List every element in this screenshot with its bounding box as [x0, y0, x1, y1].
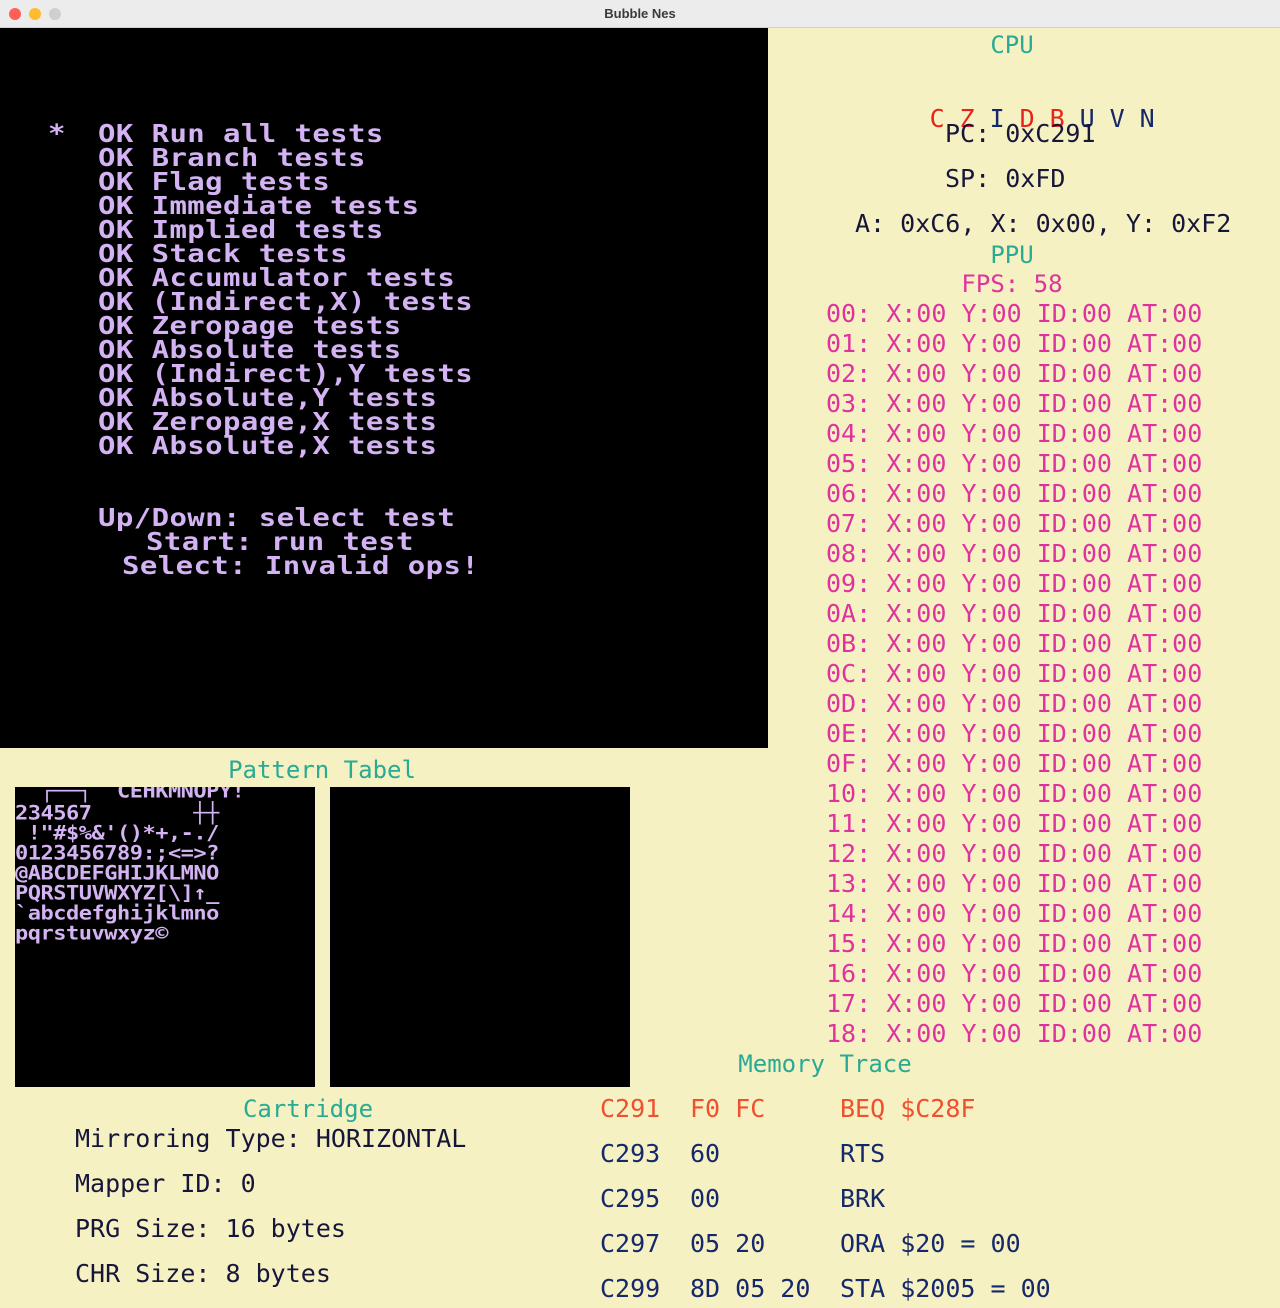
- sprite-row: 04: X:00 Y:00 ID:00 AT:00: [826, 419, 1203, 448]
- game-screen[interactable]: * OK Run all tests OK Branch tests OK Fl…: [0, 28, 768, 748]
- trace-bytes: F0 FC: [690, 1094, 766, 1123]
- trace-bytes: 60: [690, 1139, 721, 1168]
- sprite-row: 0F: X:00 Y:00 ID:00 AT:00: [826, 749, 1203, 778]
- sprite-row: 07: X:00 Y:00 ID:00 AT:00: [826, 509, 1203, 538]
- trace-bytes: 00: [690, 1184, 721, 1213]
- mirroring-type: Mirroring Type: HORIZONTAL: [75, 1124, 467, 1153]
- test-line: OK Implied tests: [98, 214, 384, 244]
- memory-trace-heading: Memory Trace: [738, 1050, 912, 1078]
- sprite-row: 03: X:00 Y:00 ID:00 AT:00: [826, 389, 1203, 418]
- sprite-row: 09: X:00 Y:00 ID:00 AT:00: [826, 569, 1203, 598]
- pattern-table-right: [330, 787, 630, 1087]
- test-line: OK Absolute,Y tests: [98, 382, 438, 412]
- cpu-flag: N: [1139, 104, 1155, 133]
- tile-row: pqrstuvwxyz©: [15, 922, 168, 945]
- cpu-flag: V: [1109, 104, 1125, 133]
- pattern-table-heading: Pattern Tabel: [228, 756, 416, 784]
- cpu-registers: A: 0xC6, X: 0x00, Y: 0xF2: [855, 209, 1232, 238]
- tile-row: @ABCDEFGHIJKLMNO: [15, 862, 219, 885]
- sprite-row: 0C: X:00 Y:00 ID:00 AT:00: [826, 659, 1203, 688]
- test-line: OK Zeropage tests: [98, 310, 402, 340]
- trace-address: C295: [600, 1184, 661, 1213]
- sprite-row: 0D: X:00 Y:00 ID:00 AT:00: [826, 689, 1203, 718]
- sprite-row: 0E: X:00 Y:00 ID:00 AT:00: [826, 719, 1203, 748]
- tile-row: PQRSTUVWXYZ[\]↑_: [15, 882, 219, 905]
- sprite-row: 0A: X:00 Y:00 ID:00 AT:00: [826, 599, 1203, 628]
- test-line: OK Branch tests: [98, 142, 366, 172]
- trace-address: C293: [600, 1139, 661, 1168]
- sprite-row: 06: X:00 Y:00 ID:00 AT:00: [826, 479, 1203, 508]
- help-line: Start: run test: [146, 526, 414, 556]
- sprite-row: 18: X:00 Y:00 ID:00 AT:00: [826, 1019, 1203, 1048]
- tile-row: 0123456789:;<=>?: [15, 842, 219, 865]
- chr-size: CHR Size: 8 bytes: [75, 1259, 331, 1288]
- sprite-row: 14: X:00 Y:00 ID:00 AT:00: [826, 899, 1203, 928]
- cpu-heading: CPU: [990, 31, 1034, 59]
- sprite-row: 01: X:00 Y:00 ID:00 AT:00: [826, 329, 1203, 358]
- help-line: Up/Down: select test: [98, 502, 456, 532]
- sprite-row: 13: X:00 Y:00 ID:00 AT:00: [826, 869, 1203, 898]
- test-line: OK Stack tests: [98, 238, 349, 268]
- sprite-row: 00: X:00 Y:00 ID:00 AT:00: [826, 299, 1203, 328]
- sprite-row: 12: X:00 Y:00 ID:00 AT:00: [826, 839, 1203, 868]
- cartridge-heading: Cartridge: [242, 1095, 374, 1123]
- sprite-row: 02: X:00 Y:00 ID:00 AT:00: [826, 359, 1203, 388]
- title-bar: Bubble Nes: [0, 0, 1280, 28]
- sprite-row: 17: X:00 Y:00 ID:00 AT:00: [826, 989, 1203, 1018]
- test-line: OK (Indirect),Y tests: [98, 358, 474, 388]
- tile-row: `abcdefghijklmno: [15, 902, 219, 925]
- fps-counter: FPS: 58: [961, 270, 1063, 298]
- trace-instruction: STA $2005 = 00: [840, 1274, 1051, 1303]
- menu-cursor: *: [48, 118, 66, 148]
- trace-address: C291: [600, 1094, 661, 1123]
- ppu-heading: PPU: [990, 241, 1034, 269]
- sprite-row: 11: X:00 Y:00 ID:00 AT:00: [826, 809, 1203, 838]
- trace-bytes: 8D 05 20: [690, 1274, 811, 1303]
- trace-bytes: 05 20: [690, 1229, 766, 1258]
- help-line: Select: Invalid ops!: [122, 550, 480, 580]
- sprite-row: 08: X:00 Y:00 ID:00 AT:00: [826, 539, 1203, 568]
- trace-address: C297: [600, 1229, 661, 1258]
- tile-row: 234567 ┼┼: [15, 802, 219, 825]
- sprite-row: 10: X:00 Y:00 ID:00 AT:00: [826, 779, 1203, 808]
- test-line: OK Flag tests: [98, 166, 331, 196]
- trace-instruction: ORA $20 = 00: [840, 1229, 1021, 1258]
- test-line: OK Absolute,X tests: [98, 430, 438, 460]
- program-counter: PC: 0xC291: [945, 119, 1096, 148]
- test-line: OK (Indirect,X) tests: [98, 286, 474, 316]
- test-line: OK Run all tests: [98, 118, 384, 148]
- trace-instruction: BEQ $C28F: [840, 1094, 976, 1123]
- test-line: OK Accumulator tests: [98, 262, 456, 292]
- trace-address: C299: [600, 1274, 661, 1303]
- test-line: OK Absolute tests: [98, 334, 402, 364]
- mapper-id: Mapper ID: 0: [75, 1169, 256, 1198]
- trace-instruction: RTS: [840, 1139, 886, 1168]
- test-line: OK Zeropage,X tests: [98, 406, 438, 436]
- tile-row: !"#$%&'()*+,-./: [15, 822, 220, 845]
- test-line: OK Immediate tests: [98, 190, 420, 220]
- sprite-row: 15: X:00 Y:00 ID:00 AT:00: [826, 929, 1203, 958]
- window-title: Bubble Nes: [604, 6, 676, 21]
- sprite-row: 16: X:00 Y:00 ID:00 AT:00: [826, 959, 1203, 988]
- trace-instruction: BRK: [840, 1184, 886, 1213]
- stack-pointer: SP: 0xFD: [945, 164, 1066, 193]
- pattern-table-left: ┌──┐ CEHKMNOPY! 234567 ┼┼ !"#$%&'()*+,-.…: [15, 787, 315, 1087]
- prg-size: PRG Size: 16 bytes: [75, 1214, 346, 1243]
- sprite-row: 05: X:00 Y:00 ID:00 AT:00: [826, 449, 1203, 478]
- sprite-row: 0B: X:00 Y:00 ID:00 AT:00: [826, 629, 1203, 658]
- tile-row: ┌──┐ CEHKMNOPY!: [15, 787, 245, 803]
